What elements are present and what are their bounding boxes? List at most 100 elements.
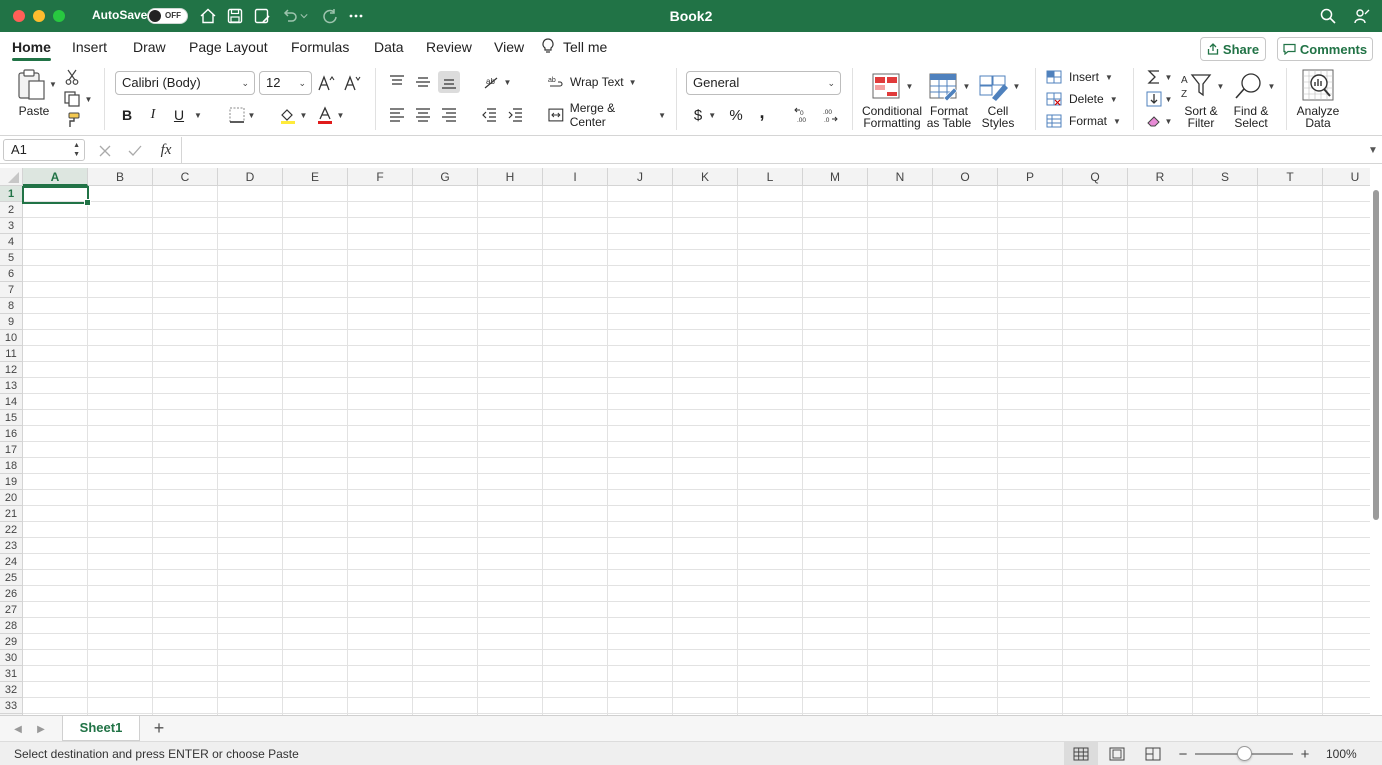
page-break-view-button[interactable] (1136, 742, 1170, 765)
percent-style-button[interactable]: % (726, 105, 746, 125)
confirm-entry-icon[interactable] (126, 142, 144, 160)
row-header[interactable]: 24 (0, 554, 22, 570)
row-header[interactable]: 33 (0, 698, 22, 714)
zoom-level[interactable]: 100% (1326, 747, 1357, 761)
tab-tell-me[interactable]: Tell me (563, 39, 607, 55)
fill-button[interactable]: ▼ (1142, 89, 1176, 109)
align-bottom-icon[interactable] (438, 71, 460, 93)
row-header[interactable]: 27 (0, 602, 22, 618)
tab-view[interactable]: View (494, 39, 524, 55)
clear-button[interactable]: ▼ (1142, 111, 1176, 131)
column-header[interactable]: R (1128, 168, 1193, 186)
number-format-select[interactable]: General ⌄ (686, 71, 841, 95)
tab-formulas[interactable]: Formulas (291, 39, 349, 55)
align-top-icon[interactable] (386, 71, 408, 93)
tab-page-layout[interactable]: Page Layout (189, 39, 268, 55)
orientation-button[interactable]: ab ▼ (478, 71, 516, 93)
wrap-text-button[interactable]: ab Wrap Text ▼ (548, 71, 640, 93)
delete-cells-button[interactable]: Delete ▼ (1046, 89, 1120, 109)
format-as-table-button[interactable]: ▼ (925, 68, 973, 104)
row-header[interactable]: 20 (0, 490, 22, 506)
merge-center-button[interactable]: Merge & Center ▼ (548, 101, 666, 129)
previous-sheet-icon[interactable]: ◀ (10, 721, 26, 737)
row-header[interactable]: 18 (0, 458, 22, 474)
insert-function-button[interactable]: fx (155, 140, 177, 160)
column-header[interactable]: U (1323, 168, 1370, 186)
cut-icon[interactable] (63, 68, 81, 86)
tab-data[interactable]: Data (374, 39, 404, 55)
find-select-button[interactable]: ▼ (1230, 68, 1278, 104)
decrease-font-size-icon[interactable] (342, 72, 364, 94)
row-header[interactable]: 23 (0, 538, 22, 554)
row-header[interactable]: 2 (0, 202, 22, 218)
font-size-select[interactable]: 12 ⌄ (259, 71, 312, 95)
expand-formula-bar-icon[interactable]: ▼ (1366, 142, 1380, 158)
row-header[interactable]: 30 (0, 650, 22, 666)
undo-dropdown-icon[interactable] (298, 6, 310, 26)
home-icon[interactable] (198, 6, 218, 26)
column-header[interactable]: P (998, 168, 1063, 186)
row-header[interactable]: 7 (0, 282, 22, 298)
add-sheet-button[interactable]: + (150, 718, 168, 738)
font-color-button[interactable]: ▼ (313, 105, 347, 125)
italic-button[interactable]: I (144, 105, 162, 125)
column-header[interactable]: H (478, 168, 543, 186)
vertical-scrollbar-thumb[interactable] (1373, 190, 1379, 520)
decrease-decimal-icon[interactable]: .00.0 (818, 105, 840, 125)
row-header[interactable]: 3 (0, 218, 22, 234)
row-header[interactable]: 19 (0, 474, 22, 490)
vertical-scrollbar[interactable] (1370, 186, 1382, 715)
redo-icon[interactable] (320, 6, 340, 26)
zoom-in-icon[interactable]: + (1298, 746, 1312, 763)
row-header[interactable]: 13 (0, 378, 22, 394)
fill-color-button[interactable]: ▼ (276, 105, 310, 125)
autosave-toggle[interactable]: OFF (147, 8, 188, 24)
minimize-window-button[interactable] (33, 10, 45, 22)
row-header[interactable]: 8 (0, 298, 22, 314)
row-header[interactable]: 10 (0, 330, 22, 346)
column-header[interactable]: L (738, 168, 803, 186)
row-header[interactable]: 17 (0, 442, 22, 458)
column-header[interactable]: S (1193, 168, 1258, 186)
underline-button[interactable]: U (170, 105, 188, 125)
column-header[interactable]: Q (1063, 168, 1128, 186)
column-header[interactable]: G (413, 168, 478, 186)
tab-insert[interactable]: Insert (72, 39, 107, 55)
page-layout-view-button[interactable] (1100, 742, 1134, 765)
format-painter-icon[interactable] (63, 111, 81, 129)
account-icon[interactable] (1352, 6, 1372, 26)
column-header[interactable]: C (153, 168, 218, 186)
zoom-out-icon[interactable]: − (1176, 746, 1190, 763)
row-header[interactable]: 15 (0, 410, 22, 426)
underline-dropdown-icon[interactable]: ▼ (194, 111, 202, 120)
more-commands-icon[interactable] (346, 6, 366, 26)
column-header[interactable]: T (1258, 168, 1323, 186)
cancel-entry-icon[interactable] (96, 142, 114, 160)
row-header[interactable]: 1 (0, 186, 22, 202)
align-right-icon[interactable] (438, 105, 460, 125)
currency-format-button[interactable]: $ ▼ (688, 105, 722, 125)
increase-decimal-icon[interactable]: 0.00 (792, 105, 814, 125)
next-sheet-icon[interactable]: ▶ (33, 721, 49, 737)
column-header[interactable]: D (218, 168, 283, 186)
paste-dropdown-icon[interactable]: ▼ (49, 80, 57, 89)
insert-cells-button[interactable]: Insert ▼ (1046, 67, 1120, 87)
align-left-icon[interactable] (386, 105, 408, 125)
search-icon[interactable] (1318, 6, 1338, 26)
row-header[interactable]: 4 (0, 234, 22, 250)
tab-draw[interactable]: Draw (133, 39, 166, 55)
select-all-corner[interactable] (0, 168, 23, 186)
formula-input[interactable] (186, 141, 1356, 159)
increase-indent-icon[interactable] (504, 105, 526, 125)
sheet-tab-sheet1[interactable]: Sheet1 (62, 716, 140, 741)
name-box[interactable]: A1 ▲ ▼ (3, 139, 85, 161)
column-header[interactable]: O (933, 168, 998, 186)
sort-filter-button[interactable]: A Z ▼ (1178, 68, 1226, 104)
copy-dropdown-icon[interactable]: ▼ (85, 95, 93, 104)
column-header[interactable]: I (543, 168, 608, 186)
copy-button[interactable]: ▼ (62, 90, 94, 108)
column-header[interactable]: J (608, 168, 673, 186)
row-header[interactable]: 21 (0, 506, 22, 522)
conditional-formatting-button[interactable]: ▼ (868, 68, 916, 104)
column-header[interactable]: K (673, 168, 738, 186)
